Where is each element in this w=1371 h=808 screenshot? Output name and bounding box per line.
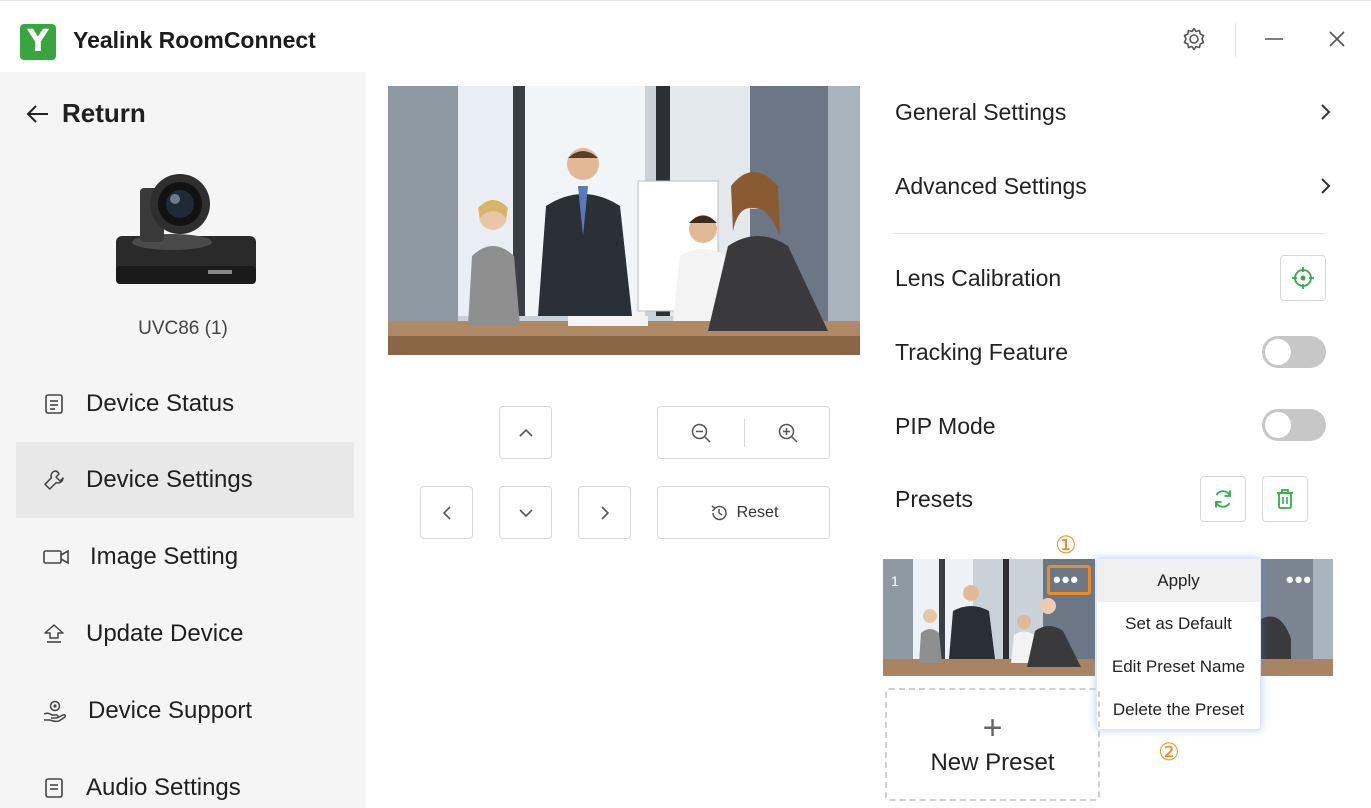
pip-mode-label: PIP Mode [895, 412, 996, 439]
crosshair-icon [1292, 267, 1314, 289]
trash-icon [1277, 489, 1293, 509]
sidebar-item-update-device[interactable]: Update Device [16, 596, 354, 672]
presets-label: Presets [895, 485, 973, 512]
preset-more-icon-2[interactable]: ••• [1286, 569, 1312, 591]
sidebar-item-device-support[interactable]: Device Support [16, 673, 354, 749]
chevron-right-icon [1321, 104, 1331, 120]
wrench-icon [44, 470, 64, 490]
chevron-left-icon [442, 505, 451, 520]
document-icon [45, 778, 63, 798]
video-camera-icon [43, 549, 69, 565]
sidebar-item-label: Device Status [86, 390, 235, 417]
pan-down-button[interactable] [499, 486, 552, 539]
sidebar-item-label: Device Settings [86, 466, 253, 493]
device-name: UVC86 (1) [138, 318, 228, 339]
pip-mode-toggle[interactable] [1262, 409, 1326, 441]
sidebar-item-device-status[interactable]: Device Status [16, 366, 354, 442]
preset-context-menu: Apply Set as Default Edit Preset Name De… [1096, 558, 1261, 730]
document-icon [45, 394, 63, 414]
sidebar-item-device-settings[interactable]: Device Settings [16, 442, 354, 518]
title-separator [1235, 23, 1236, 57]
arrow-left-icon [26, 104, 48, 123]
sidebar-item-label: Update Device [86, 620, 244, 647]
sidebar-item-audio-settings[interactable]: Audio Settings [16, 750, 354, 808]
advanced-settings-label: Advanced Settings [895, 172, 1087, 199]
gear-icon[interactable] [1180, 25, 1208, 53]
close-icon[interactable] [1323, 25, 1351, 53]
zoom-out-button[interactable] [658, 407, 744, 458]
preset-number: 1 [891, 573, 899, 589]
general-settings-row[interactable]: General Settings [895, 92, 1335, 132]
sidebar-item-label: Audio Settings [86, 774, 241, 801]
tracking-feature-toggle[interactable] [1262, 336, 1326, 368]
zoom-control [657, 406, 830, 459]
annotation-marker-2: ② [1158, 738, 1180, 766]
minimize-icon[interactable] [1260, 25, 1288, 53]
refresh-presets-button[interactable] [1200, 476, 1246, 522]
delete-presets-button[interactable] [1262, 476, 1308, 522]
general-settings-label: General Settings [895, 98, 1067, 125]
menu-item-delete-preset[interactable]: Delete the Preset [1097, 688, 1260, 731]
zoom-out-icon [691, 423, 711, 443]
chevron-right-icon [1321, 178, 1331, 194]
support-icon [43, 700, 66, 723]
lens-calibration-row: Lens Calibration [895, 258, 1195, 298]
advanced-settings-row[interactable]: Advanced Settings [895, 166, 1335, 206]
chevron-up-icon [518, 428, 533, 437]
tracking-feature-label: Tracking Feature [895, 338, 1068, 365]
camera-preview [388, 86, 860, 355]
presets-row: Presets [895, 479, 1195, 519]
app-window: Y Yealink RoomConnect Return UVC86 (1) D… [0, 0, 1371, 808]
new-preset-label: New Preset [930, 748, 1055, 776]
chevron-right-icon [600, 505, 609, 520]
pan-left-button[interactable] [420, 486, 473, 539]
reset-label: Reset [736, 503, 779, 521]
sidebar: Return UVC86 (1) Device Status Device Se… [0, 72, 366, 808]
camera-device-image [116, 174, 256, 284]
pip-mode-row: PIP Mode [895, 406, 1195, 446]
sidebar-item-label: Device Support [88, 697, 253, 724]
menu-item-set-default[interactable]: Set as Default [1097, 602, 1260, 645]
sidebar-item-image-setting[interactable]: Image Setting [16, 519, 354, 595]
refresh-icon [1215, 490, 1231, 508]
reset-button[interactable]: Reset [657, 486, 830, 539]
preset-more-highlight [1047, 565, 1091, 595]
lens-calibration-button[interactable] [1280, 255, 1326, 301]
app-title: Yealink RoomConnect [73, 27, 316, 53]
upload-icon [44, 624, 64, 643]
menu-item-apply[interactable]: Apply [1097, 559, 1260, 602]
lens-calibration-label: Lens Calibration [895, 264, 1062, 291]
zoom-in-button[interactable] [745, 407, 831, 458]
yealink-logo: Y [20, 24, 56, 60]
plus-icon: + [982, 708, 1003, 747]
settings-divider [893, 233, 1326, 234]
pan-up-button[interactable] [499, 406, 552, 459]
tracking-feature-row: Tracking Feature [895, 332, 1195, 372]
menu-item-edit-name[interactable]: Edit Preset Name [1097, 645, 1260, 688]
return-label: Return [62, 98, 146, 128]
reset-icon [711, 504, 727, 520]
pan-right-button[interactable] [578, 486, 631, 539]
new-preset-button[interactable]: + New Preset [885, 688, 1100, 801]
chevron-down-icon [518, 508, 533, 517]
title-bar: Y Yealink RoomConnect [0, 0, 1371, 72]
return-button[interactable]: Return [26, 98, 146, 129]
zoom-in-icon [778, 423, 798, 443]
sidebar-item-label: Image Setting [90, 543, 239, 570]
annotation-marker-1: ① [1055, 531, 1077, 559]
